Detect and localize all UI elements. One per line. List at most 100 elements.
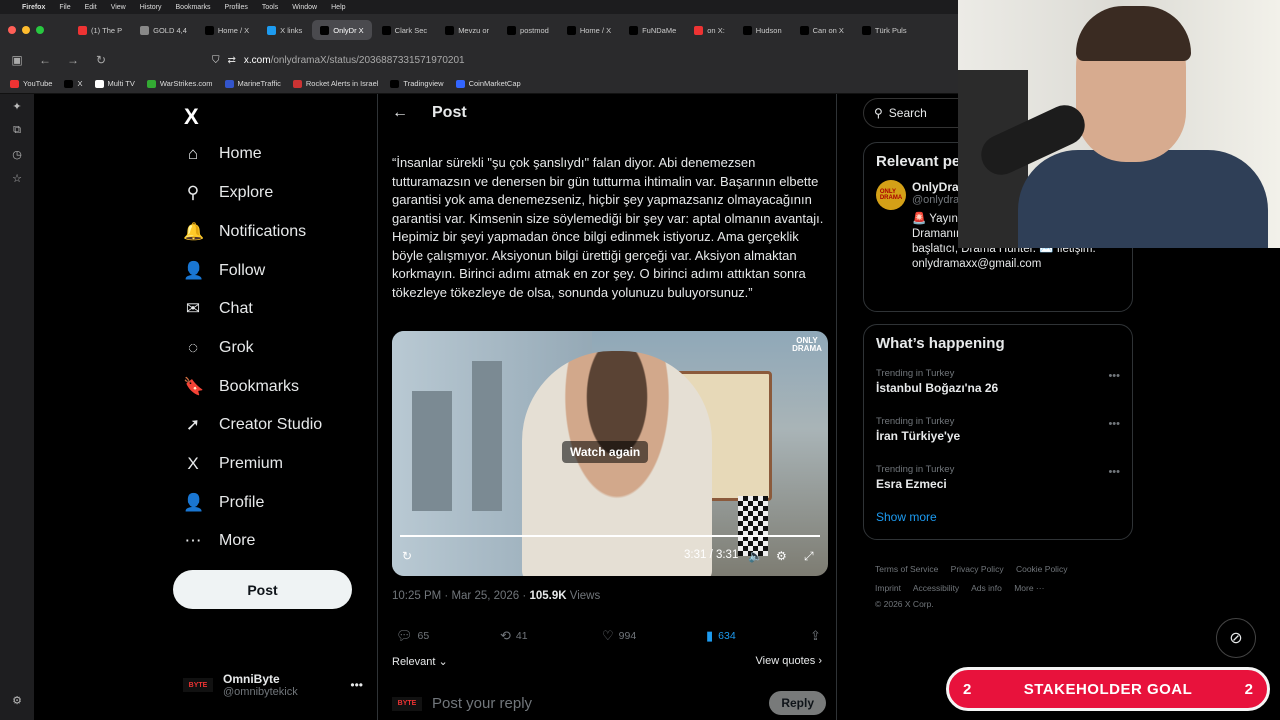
- nav-item-chat[interactable]: ✉ Chat: [183, 299, 253, 319]
- nav-item-creator-studio[interactable]: ➚ Creator Studio: [183, 415, 322, 435]
- nav-item-premium[interactable]: X Premium: [183, 454, 283, 474]
- bookmark-item[interactable]: Rocket Alerts in Israel: [292, 79, 378, 88]
- share-action[interactable]: ⇪: [810, 628, 821, 644]
- view-quotes-link[interactable]: View quotes ›: [756, 655, 822, 667]
- browser-tab[interactable]: Mevzu or: [437, 20, 497, 40]
- menu-view[interactable]: View: [111, 4, 126, 11]
- bookmark-item[interactable]: Tradingview: [390, 79, 444, 88]
- forward-icon[interactable]: →: [66, 53, 80, 67]
- menu-window[interactable]: Window: [292, 4, 317, 11]
- repost-action[interactable]: ⟲ 41: [500, 628, 528, 644]
- settings-gear-icon[interactable]: ⚙: [0, 694, 34, 712]
- nav-item-profile[interactable]: 👤 Profile: [183, 493, 264, 513]
- page-info-icon[interactable]: ⇄: [228, 55, 236, 66]
- bookmark-item[interactable]: CoinMarketCap: [455, 79, 521, 88]
- nav-item-label: Bookmarks: [219, 378, 300, 395]
- bookmark-item[interactable]: WarStrikes.com: [146, 79, 213, 88]
- tab-favicon-icon: [320, 25, 330, 35]
- bookmark-item[interactable]: Multi TV: [94, 79, 135, 88]
- footer-link[interactable]: Ads info: [971, 583, 1002, 593]
- reply-input[interactable]: Post your reply: [432, 695, 532, 712]
- close-window-button[interactable]: [8, 26, 16, 34]
- browser-tab[interactable]: (1) The P: [70, 20, 130, 40]
- trend-item[interactable]: Trending in Turkey İran Türkiye'ye •••: [864, 410, 1132, 458]
- post-metadata: 10:25 PM · Mar 25, 2026 · 105.9K Views: [392, 590, 600, 602]
- watch-again-button[interactable]: Watch again: [562, 441, 649, 463]
- trend-item[interactable]: Trending in Turkey Esra Ezmeci •••: [864, 458, 1132, 506]
- back-icon[interactable]: ←: [38, 53, 52, 67]
- browser-tab[interactable]: Can on X: [792, 20, 852, 40]
- reload-icon[interactable]: ↻: [94, 53, 108, 67]
- url-bar[interactable]: ⛉ ⇄ x.com/onlydramaX/status/203688733157…: [212, 55, 465, 66]
- menu-file[interactable]: File: [59, 4, 70, 11]
- fullscreen-icon[interactable]: ⤢: [804, 549, 814, 564]
- reply-action[interactable]: 💬︎ 65: [396, 628, 429, 644]
- show-more-link[interactable]: Show more: [864, 506, 1132, 536]
- ai-icon[interactable]: ✦: [0, 100, 34, 118]
- trend-item[interactable]: Trending in Turkey İstanbul Boğazı'na 26 •…: [864, 362, 1132, 410]
- browser-tab[interactable]: GOLD 4,4: [132, 20, 195, 40]
- menu-profiles[interactable]: Profiles: [225, 4, 248, 11]
- footer-link[interactable]: Imprint: [875, 583, 901, 593]
- menu-edit[interactable]: Edit: [85, 4, 97, 11]
- menu-tools[interactable]: Tools: [262, 4, 278, 11]
- footer-link[interactable]: Privacy Policy: [951, 564, 1004, 574]
- more-options-icon[interactable]: •••: [1108, 466, 1120, 478]
- reply-sort-dropdown[interactable]: Relevant ⌄: [392, 655, 448, 668]
- bookmark-action[interactable]: ▮ 634: [706, 628, 736, 644]
- bookmark-item[interactable]: YouTube: [10, 79, 52, 88]
- menu-bookmarks[interactable]: Bookmarks: [176, 4, 211, 11]
- nav-item-follow[interactable]: 👤 Follow: [183, 261, 265, 281]
- footer-link[interactable]: Accessibility: [913, 583, 959, 593]
- browser-tab[interactable]: on X:: [686, 20, 733, 40]
- nav-item-grok[interactable]: ◌ Grok: [183, 338, 254, 358]
- back-arrow-icon[interactable]: ←: [392, 104, 408, 122]
- bookmark-label: MarineTraffic: [237, 79, 281, 88]
- more-options-icon[interactable]: •••: [1108, 370, 1120, 382]
- footer-link[interactable]: More ···: [1014, 583, 1044, 593]
- footer-link[interactable]: Cookie Policy: [1016, 564, 1068, 574]
- footer-link[interactable]: Terms of Service: [875, 564, 938, 574]
- menu-help[interactable]: Help: [331, 4, 345, 11]
- bookmark-item[interactable]: X: [64, 79, 83, 88]
- browser-tab[interactable]: FuNDaMe: [621, 20, 684, 40]
- bookmarks-star-icon[interactable]: ☆: [0, 172, 34, 190]
- x-logo[interactable]: X: [184, 104, 199, 130]
- video-player[interactable]: ONLY DRAMA Watch again ↻ 3:31 / 3:31 🔈 ⚙…: [392, 331, 828, 576]
- like-action[interactable]: ♡ 994: [602, 628, 636, 644]
- history-icon[interactable]: ◷: [0, 148, 34, 166]
- replay-icon[interactable]: ↻: [402, 549, 412, 563]
- nav-item-notifications[interactable]: 🔔 Notifications: [183, 222, 306, 242]
- nav-item-explore[interactable]: ⚲ Explore: [183, 183, 273, 203]
- stream-goal-banner: 2 STAKEHOLDER GOAL 2: [946, 667, 1270, 711]
- shield-icon[interactable]: ⛉: [212, 55, 220, 66]
- browser-tab[interactable]: OnlyDr X: [312, 20, 372, 40]
- account-switcher[interactable]: BYTE OmniByte @omnibytekick •••: [183, 672, 363, 698]
- minimize-window-button[interactable]: [22, 26, 30, 34]
- nav-item-bookmarks[interactable]: 🔖 Bookmarks: [183, 377, 299, 397]
- menu-history[interactable]: History: [140, 4, 162, 11]
- zoom-window-button[interactable]: [36, 26, 44, 34]
- volume-icon[interactable]: 🔈: [748, 549, 763, 563]
- video-progress-bar[interactable]: [400, 535, 820, 537]
- browser-tab[interactable]: Home / X: [197, 20, 257, 40]
- browser-tab[interactable]: Türk Puls: [854, 20, 915, 40]
- browser-tab[interactable]: postmod: [499, 20, 557, 40]
- synced-tabs-icon[interactable]: ⧉: [0, 124, 34, 142]
- reply-button[interactable]: Reply: [769, 691, 826, 715]
- post-timestamp[interactable]: 10:25 PM · Mar 25, 2026 ·: [392, 590, 529, 602]
- post-button[interactable]: Post: [173, 570, 352, 609]
- browser-tab[interactable]: X links: [259, 20, 310, 40]
- nav-item-more[interactable]: ⋯ More: [183, 531, 256, 551]
- more-options-icon[interactable]: •••: [350, 678, 363, 692]
- browser-tab[interactable]: Hudson: [735, 20, 790, 40]
- browser-tab[interactable]: Clark Sec: [374, 20, 436, 40]
- video-settings-icon[interactable]: ⚙: [776, 549, 787, 563]
- grok-floating-button[interactable]: ⊘: [1216, 618, 1256, 658]
- nav-item-home[interactable]: ⌂ Home: [183, 144, 262, 164]
- browser-tab[interactable]: Home / X: [559, 20, 619, 40]
- sidebar-toggle-icon[interactable]: ▣: [10, 53, 24, 67]
- bookmark-item[interactable]: MarineTraffic: [224, 79, 281, 88]
- menu-firefox[interactable]: Firefox: [22, 4, 45, 11]
- more-options-icon[interactable]: •••: [1108, 418, 1120, 430]
